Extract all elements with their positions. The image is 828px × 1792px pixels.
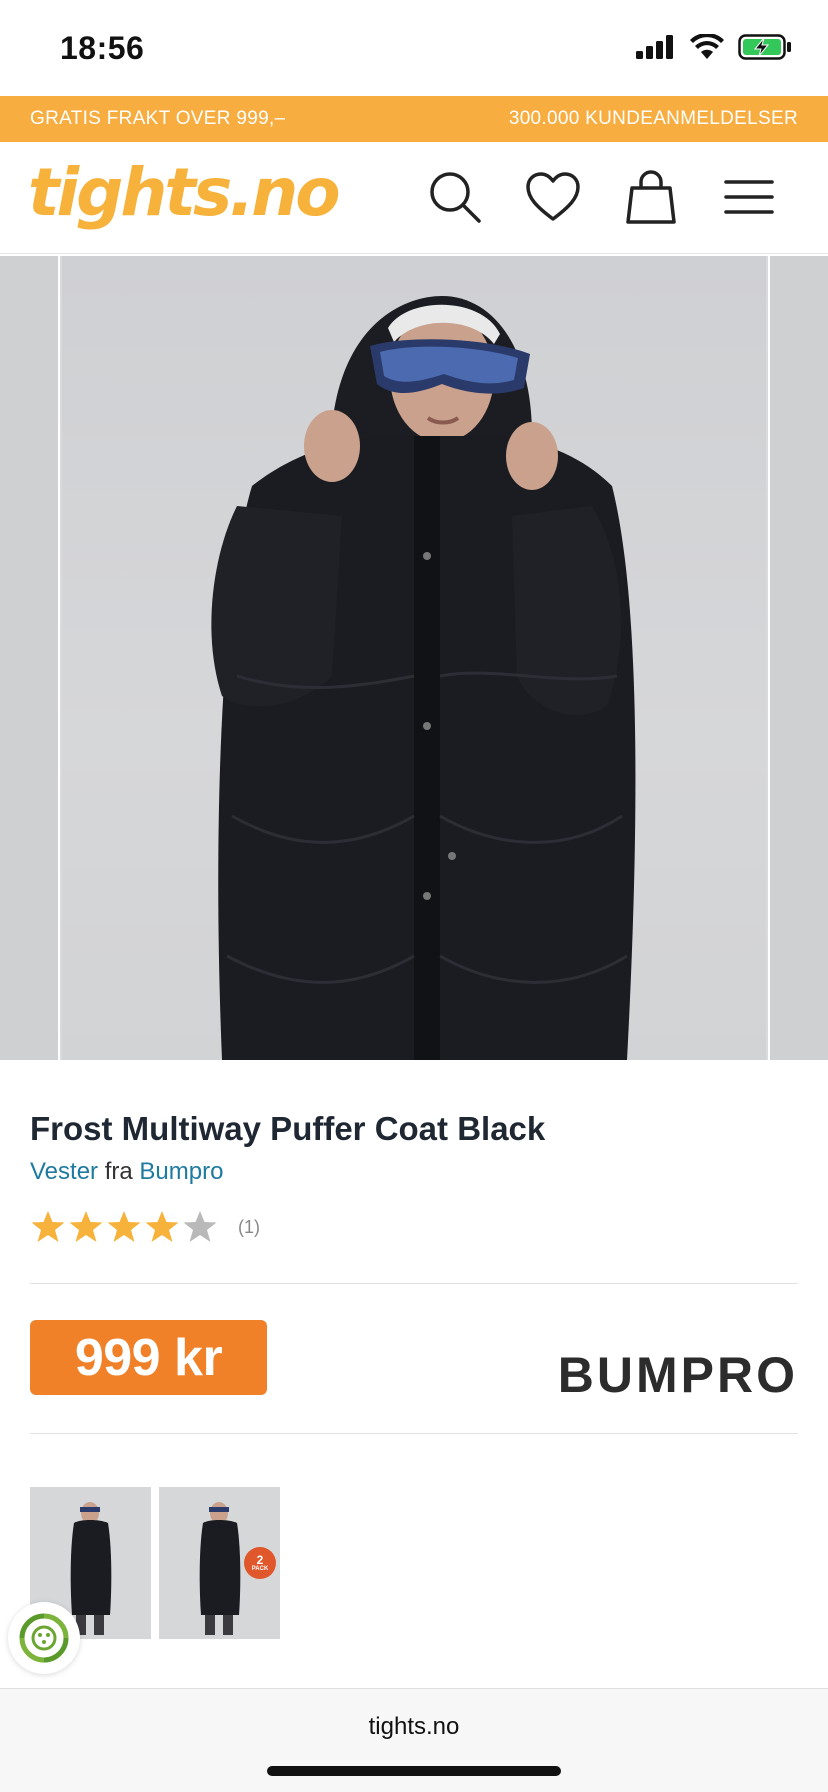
brand-link[interactable]: Bumpro xyxy=(139,1158,223,1185)
product-title: Frost Multiway Puffer Coat Black xyxy=(30,1110,546,1147)
pack-count: 2 xyxy=(256,1553,264,1567)
cart-button[interactable] xyxy=(622,168,680,226)
star-empty-icon xyxy=(183,1211,217,1242)
menu-icon xyxy=(724,180,774,214)
site-header: tights.no xyxy=(0,142,828,254)
product-main-image[interactable] xyxy=(62,256,766,1060)
cellular-signal-icon xyxy=(636,35,673,59)
star-filled-icon xyxy=(107,1211,141,1242)
star-filled-icon xyxy=(145,1211,179,1242)
from-text: fra xyxy=(104,1158,133,1185)
price-badge: 999 kr xyxy=(30,1320,267,1395)
heart-icon xyxy=(526,172,580,221)
category-link[interactable]: Vester xyxy=(30,1158,98,1185)
wishlist-button[interactable] xyxy=(524,168,582,226)
status-time: 18:56 xyxy=(60,30,145,66)
product-photo xyxy=(211,296,636,1060)
header-icons xyxy=(426,168,778,226)
brand-logo[interactable]: BUMPRO xyxy=(558,1346,798,1404)
status-icons xyxy=(636,34,792,60)
search-button[interactable] xyxy=(426,168,484,226)
product-category-line: Vester fra Bumpro xyxy=(30,1158,798,1186)
browser-address-bar: tights.no xyxy=(0,1688,828,1792)
previous-image-peek[interactable] xyxy=(0,256,60,1060)
battery-icon xyxy=(738,34,791,60)
product-image-carousel[interactable] xyxy=(0,256,828,1060)
thumbnail-item[interactable]: 2 PACK xyxy=(159,1487,280,1639)
pack-label: PACK xyxy=(251,1566,269,1572)
wifi-icon xyxy=(690,34,724,59)
product-info: Frost Multiway Puffer Coat Black Vester … xyxy=(30,1110,798,1186)
multipack-badge: 2 PACK xyxy=(244,1547,276,1579)
browser-url[interactable]: tights.no xyxy=(0,1713,828,1741)
menu-button[interactable] xyxy=(720,168,778,226)
eco-badge[interactable] xyxy=(8,1602,80,1674)
shopping-bag-icon xyxy=(626,170,676,224)
next-image-peek[interactable] xyxy=(768,256,828,1060)
free-shipping-text: GRATIS FRAKT OVER 999,– xyxy=(30,108,286,129)
site-logo[interactable]: tights.no xyxy=(28,154,341,231)
star-filled-icon xyxy=(31,1211,65,1242)
promo-bar: GRATIS FRAKT OVER 999,– 300.000 KUNDEANM… xyxy=(0,96,828,142)
star-filled-icon xyxy=(69,1211,103,1242)
reviews-count-text: 300.000 KUNDEANMELDELSER xyxy=(508,108,798,129)
status-bar: 18:56 xyxy=(0,0,828,96)
home-indicator[interactable] xyxy=(267,1766,561,1776)
divider xyxy=(30,1433,798,1434)
recycle-leaf-icon xyxy=(19,1613,69,1663)
review-count[interactable]: (1) xyxy=(238,1217,260,1238)
product-rating[interactable]: (1) xyxy=(30,1210,260,1244)
divider xyxy=(30,1283,798,1284)
search-icon xyxy=(430,172,481,223)
